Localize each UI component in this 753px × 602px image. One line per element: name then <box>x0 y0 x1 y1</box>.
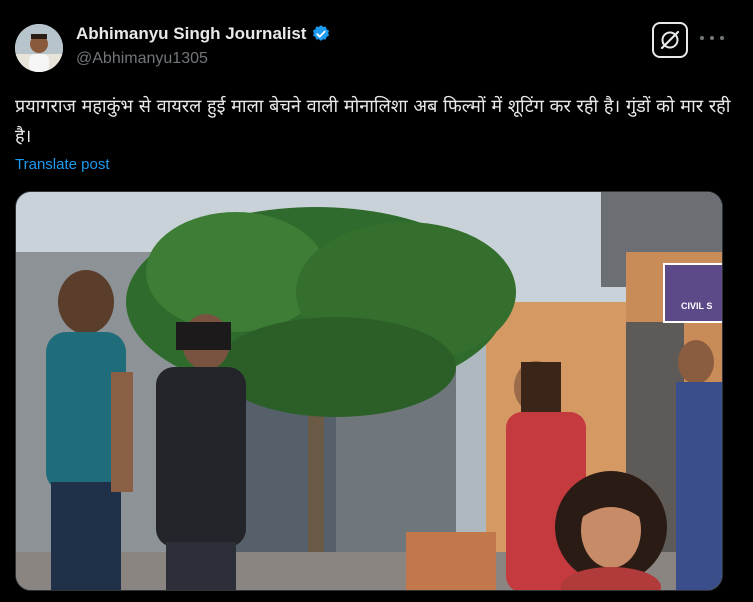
dot-icon <box>710 36 714 40</box>
avatar-image <box>15 24 63 72</box>
verified-badge-icon <box>313 25 330 41</box>
dot-icon <box>720 36 724 40</box>
sign-text: CIVIL S <box>681 301 712 311</box>
author-name-row[interactable]: Abhimanyu Singh Journalist <box>76 24 331 44</box>
post-text: प्रयागराज महाकुंभ से वायरल हुई माला बेचन… <box>15 96 731 147</box>
video-still-image: CIVIL S <box>16 192 722 590</box>
author-avatar[interactable] <box>15 24 63 72</box>
author-name[interactable]: Abhimanyu Singh Journalist <box>76 24 306 44</box>
more-options-button[interactable] <box>700 28 724 48</box>
author-handle[interactable]: @Abhimanyu1305 <box>76 50 208 68</box>
post-media[interactable]: CIVIL S <box>15 191 723 591</box>
grok-icon <box>660 30 680 50</box>
grok-button[interactable] <box>652 22 688 58</box>
dot-icon <box>700 36 704 40</box>
translate-post-link[interactable]: Translate post <box>15 156 110 173</box>
